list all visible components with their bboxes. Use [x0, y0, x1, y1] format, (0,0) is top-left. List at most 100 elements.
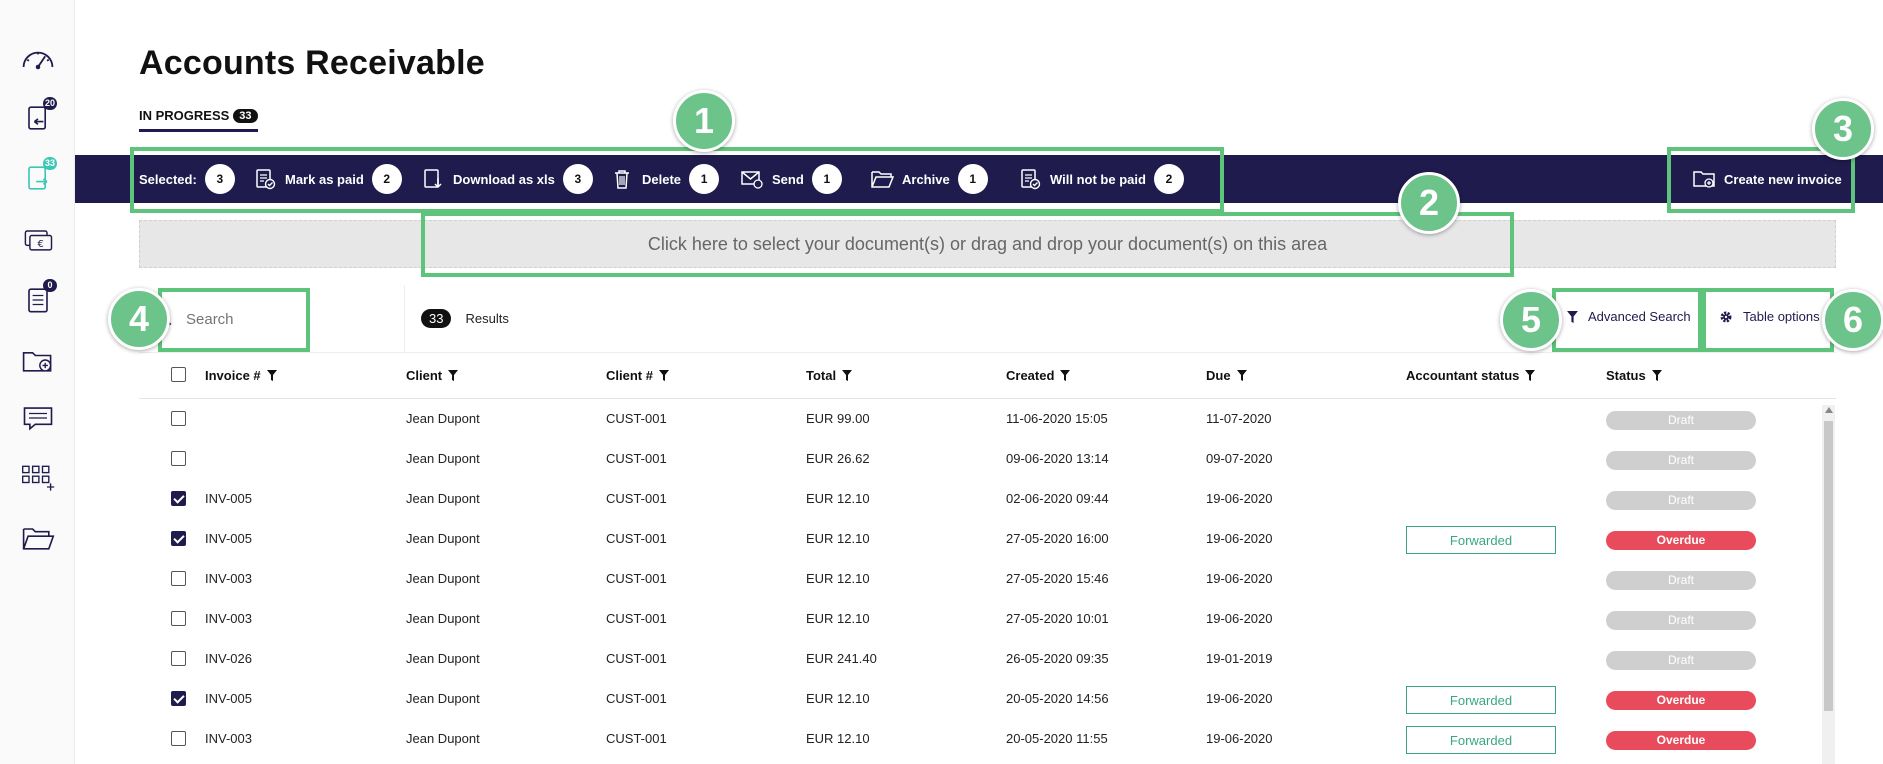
column-header-invoice-number[interactable]: Invoice #: [205, 368, 277, 383]
cell-created: 27-05-2020 16:00: [1006, 531, 1109, 546]
column-header-due[interactable]: Due: [1206, 368, 1247, 383]
mark-as-paid-button[interactable]: Mark as paid 2: [253, 155, 402, 203]
cell-client: Jean Dupont: [406, 451, 480, 466]
will-not-be-paid-button[interactable]: Will not be paid 2: [1018, 155, 1184, 203]
status-badge: Draft: [1606, 411, 1756, 430]
euro-cards-icon[interactable]: €: [18, 222, 58, 258]
cell-due: 19-01-2019: [1206, 651, 1273, 666]
filter-icon[interactable]: [842, 370, 853, 381]
cell-total: EUR 12.10: [806, 571, 870, 586]
add-grid-icon[interactable]: [18, 460, 58, 496]
table-row[interactable]: Jean Dupont CUST-001 EUR 99.00 11-06-2020 1…: [139, 399, 1836, 439]
table-row[interactable]: INV-003 Jean Dupont CUST-001 EUR 12.10 27-05…: [139, 559, 1836, 599]
scrollbar-thumb[interactable]: [1824, 421, 1833, 711]
delete-button[interactable]: Delete 1: [610, 155, 720, 203]
incoming-documents-icon[interactable]: 20: [18, 97, 58, 136]
row-checkbox[interactable]: [171, 691, 186, 706]
row-checkbox[interactable]: [171, 491, 186, 506]
table-options-button[interactable]: Table options: [1719, 309, 1820, 324]
cell-created: 20-05-2020 14:56: [1006, 691, 1109, 706]
column-header-client[interactable]: Client: [406, 368, 459, 383]
row-checkbox[interactable]: [171, 651, 186, 666]
column-header-status[interactable]: Status: [1606, 368, 1662, 383]
row-checkbox[interactable]: [171, 571, 186, 586]
cell-invoice-number: INV-003: [205, 731, 252, 746]
results-indicator: 33 Results: [421, 309, 509, 328]
incoming-count-badge: 20: [42, 97, 57, 110]
table-row[interactable]: INV-005 Jean Dupont CUST-001 EUR 12.10 02-06…: [139, 479, 1836, 519]
filter-icon: [1567, 310, 1578, 323]
cell-invoice-number: INV-003: [205, 611, 252, 626]
folder-open-icon[interactable]: [18, 520, 58, 556]
filter-icon[interactable]: [1651, 370, 1662, 381]
delete-count: 1: [689, 164, 720, 194]
task-list-icon[interactable]: 0: [18, 279, 58, 318]
row-checkbox[interactable]: [171, 451, 186, 466]
send-button[interactable]: Send 1: [740, 155, 842, 203]
column-header-label: Total: [806, 368, 837, 383]
tab-in-progress[interactable]: IN PROGRESS 33: [139, 108, 258, 132]
file-dropzone[interactable]: Click here to select your document(s) or…: [139, 220, 1836, 268]
table-scrollbar[interactable]: [1822, 405, 1835, 764]
table-row[interactable]: Jean Dupont CUST-001 EUR 26.62 09-06-2020 1…: [139, 439, 1836, 479]
table-row[interactable]: INV-026 Jean Dupont CUST-001 EUR 241.40 26-0…: [139, 639, 1836, 679]
messages-icon[interactable]: [18, 400, 58, 436]
annotation-marker-5: 5: [1500, 289, 1562, 351]
filter-icon[interactable]: [266, 370, 277, 381]
table-row[interactable]: INV-003 Jean Dupont CUST-001 EUR 12.10 27-05…: [139, 599, 1836, 639]
search-input[interactable]: [186, 310, 286, 328]
cell-due: 19-06-2020: [1206, 571, 1273, 586]
archive-button[interactable]: Archive 1: [870, 155, 988, 203]
cell-created: 27-05-2020 10:01: [1006, 611, 1109, 626]
column-header-created[interactable]: Created: [1006, 368, 1071, 383]
cell-created: 02-06-2020 09:44: [1006, 491, 1109, 506]
tasks-count-badge: 0: [43, 279, 57, 292]
create-new-invoice-button[interactable]: Create new invoice: [1692, 155, 1842, 203]
download-xls-button[interactable]: Download as xls 3: [421, 155, 593, 203]
cell-client: Jean Dupont: [406, 691, 480, 706]
table-row[interactable]: INV-005 Jean Dupont CUST-001 EUR 12.10 20-05…: [139, 679, 1836, 719]
results-count: 33: [421, 309, 452, 328]
tab-label: IN PROGRESS: [139, 108, 230, 123]
archive-label: Archive: [902, 171, 950, 187]
dashboard-gauge-icon[interactable]: [18, 40, 58, 76]
cell-due: 09-07-2020: [1206, 451, 1273, 466]
row-checkbox[interactable]: [171, 611, 186, 626]
table-row[interactable]: INV-005 Jean Dupont CUST-001 EUR 12.10 27-05…: [139, 519, 1836, 559]
select-all-checkbox[interactable]: [171, 367, 186, 382]
column-header-total[interactable]: Total: [806, 368, 853, 383]
status-badge: Overdue: [1606, 691, 1756, 710]
row-checkbox[interactable]: [171, 731, 186, 746]
outgoing-documents-icon[interactable]: 33: [18, 157, 58, 196]
advanced-search-button[interactable]: Advanced Search: [1567, 309, 1691, 324]
filter-icon[interactable]: [1236, 370, 1247, 381]
search-box[interactable]: [159, 301, 299, 337]
filter-icon[interactable]: [448, 370, 459, 381]
column-header-accountant-status[interactable]: Accountant status: [1406, 368, 1536, 383]
cell-client: Jean Dupont: [406, 611, 480, 626]
selected-count: 3: [204, 164, 235, 194]
bulk-action-toolbar: Selected: 3 Mark as paid 2 Download as x…: [75, 155, 1883, 203]
filter-icon[interactable]: [658, 370, 669, 381]
column-header-label: Invoice #: [205, 368, 261, 383]
delete-label: Delete: [642, 171, 682, 187]
cell-invoice-number: INV-005: [205, 691, 252, 706]
column-header-client-number[interactable]: Client #: [606, 368, 669, 383]
cell-due: 19-06-2020: [1206, 611, 1273, 626]
cell-total: EUR 12.10: [806, 611, 870, 626]
row-checkbox[interactable]: [171, 411, 186, 426]
filter-icon[interactable]: [1525, 370, 1536, 381]
will-not-be-paid-label: Will not be paid: [1050, 171, 1146, 187]
cell-created: 27-05-2020 15:46: [1006, 571, 1109, 586]
table-row[interactable]: INV-003 Jean Dupont CUST-001 EUR 12.10 20-05…: [139, 719, 1836, 759]
send-mail-icon: [741, 171, 763, 189]
cell-created: 20-05-2020 11:55: [1006, 731, 1108, 746]
scroll-up-arrow-icon[interactable]: [1825, 407, 1833, 413]
filter-icon[interactable]: [1060, 370, 1071, 381]
cell-created: 26-05-2020 09:35: [1006, 651, 1109, 666]
row-checkbox[interactable]: [171, 531, 186, 546]
dropzone-text: Click here to select your document(s) or…: [647, 233, 1328, 254]
cell-client: Jean Dupont: [406, 531, 480, 546]
cell-total: EUR 12.10: [806, 491, 870, 506]
add-folder-icon[interactable]: [18, 342, 58, 378]
